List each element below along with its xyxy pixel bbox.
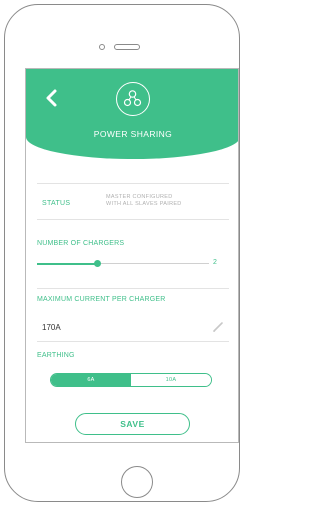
status-value-line1: MASTER CONFIGURED [106,194,173,200]
earthing-option-6a[interactable]: 6A [51,374,131,386]
divider [37,288,229,289]
divider [37,341,229,342]
header: POWER SHARING [26,69,238,159]
power-sharing-logo [116,82,150,116]
page-title: POWER SHARING [93,129,173,139]
status-value-line2: WITH ALL SLAVES PAIRED [106,201,182,207]
divider [37,183,229,184]
earthing-option-10a[interactable]: 10A [131,374,211,386]
camera-lens [99,44,105,50]
edit-current-button[interactable] [212,321,224,333]
divider [37,219,229,220]
chevron-left-icon [46,89,57,107]
home-button[interactable] [121,466,153,498]
status-value: MASTER CONFIGURED WITH ALL SLAVES PAIRED [106,194,216,208]
power-sharing-nodes-icon [123,90,142,107]
save-button[interactable]: SAVE [75,413,190,435]
chargers-label: NUMBER OF CHARGERS [37,240,125,247]
pencil-icon [213,322,223,332]
max-current-value[interactable]: 170A [42,323,61,332]
earthing-toggle: 6A 10A [50,373,212,387]
chargers-slider-thumb[interactable] [93,260,101,267]
chargers-count-value: 2 [213,259,217,266]
earthing-label: EARTHING [37,352,75,359]
back-button[interactable] [42,87,64,109]
chargers-slider-fill [37,263,98,265]
app-screen: POWER SHARING STATUS MASTER CONFIGURED W… [25,68,239,443]
earpiece-speaker [114,44,140,50]
status-label: STATUS [42,200,71,207]
max-current-label: MAXIMUM CURRENT PER CHARGER [37,296,166,303]
